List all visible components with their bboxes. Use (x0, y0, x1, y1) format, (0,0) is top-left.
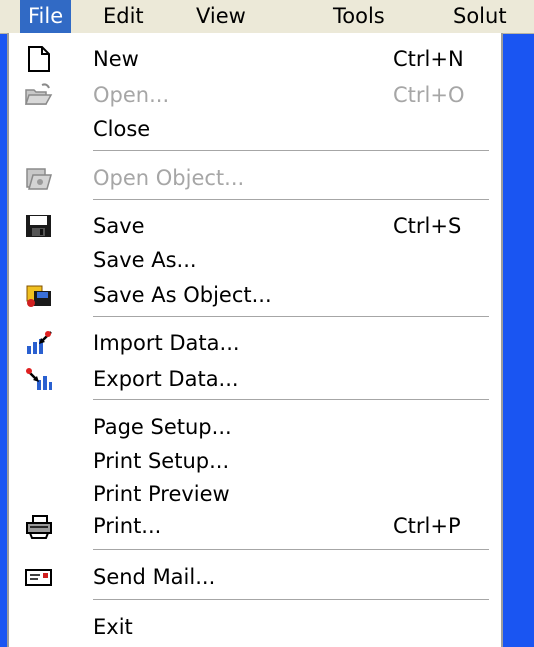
menu-item-label: Export Data... (93, 367, 239, 391)
save-disk-icon (25, 213, 53, 239)
import-data-icon (25, 330, 53, 356)
menu-item-label: Print Setup... (93, 449, 230, 473)
menu-item-import-data[interactable]: Import Data... (9, 325, 501, 361)
menu-item-label: New (93, 47, 139, 71)
menu-file[interactable]: File (20, 0, 72, 33)
menu-separator (93, 399, 489, 400)
mail-icon (25, 564, 53, 590)
file-dropdown-menu: New Ctrl+N Open... Ctrl+O Close Open Obj… (7, 33, 503, 647)
menu-item-export-data[interactable]: Export Data... (9, 361, 501, 397)
menu-item-new[interactable]: New Ctrl+N (9, 41, 501, 77)
menu-item-send-mail[interactable]: Send Mail... (9, 559, 501, 595)
menu-item-label: Close (93, 117, 151, 141)
menu-bar: File Edit View Tools Solut (0, 0, 534, 34)
menu-item-print-setup[interactable]: Print Setup... (9, 443, 501, 479)
menu-item-open[interactable]: Open... Ctrl+O (9, 77, 501, 113)
menu-item-label: Print Preview (93, 482, 230, 506)
menu-item-label: Save (93, 214, 145, 238)
new-document-icon (25, 46, 53, 72)
menu-edit[interactable]: Edit (95, 0, 152, 33)
menu-item-print[interactable]: Print... Ctrl+P (9, 508, 501, 544)
menu-item-save[interactable]: Save Ctrl+S (9, 208, 501, 244)
menu-solut[interactable]: Solut (445, 0, 515, 33)
menu-item-shortcut: Ctrl+S (393, 214, 462, 238)
menu-tools-label: Tools (333, 4, 385, 28)
menu-item-label: Exit (93, 615, 133, 639)
menu-item-shortcut: Ctrl+N (393, 47, 464, 71)
menu-separator (93, 316, 489, 317)
menu-item-label: Print... (93, 514, 162, 538)
menu-tools[interactable]: Tools (325, 0, 393, 33)
menu-file-label: File (28, 4, 64, 28)
save-as-object-icon (25, 282, 53, 308)
menu-item-label: Open Object... (93, 166, 245, 190)
menu-view[interactable]: View (188, 0, 254, 33)
menu-item-close[interactable]: Close (9, 111, 501, 147)
menu-edit-label: Edit (103, 4, 144, 28)
menu-item-shortcut: Ctrl+P (393, 514, 461, 538)
menu-item-label: Open... (93, 83, 170, 107)
menu-item-shortcut: Ctrl+O (393, 83, 465, 107)
menu-item-label: Save As... (93, 248, 197, 272)
export-data-icon (25, 366, 53, 392)
menu-separator (93, 150, 489, 151)
printer-icon (25, 513, 53, 539)
menu-view-label: View (196, 4, 246, 28)
menu-solut-label: Solut (453, 4, 507, 28)
menu-item-exit[interactable]: Exit (9, 609, 501, 645)
menu-separator (93, 599, 489, 600)
menu-item-save-as[interactable]: Save As... (9, 242, 501, 278)
menu-item-label: Send Mail... (93, 565, 216, 589)
menu-separator (93, 549, 489, 550)
open-folder-icon (24, 82, 53, 108)
menu-item-label: Save As Object... (93, 283, 272, 307)
open-object-icon (25, 165, 53, 191)
menu-item-page-setup[interactable]: Page Setup... (9, 409, 501, 445)
menu-item-label: Page Setup... (93, 415, 232, 439)
menu-item-print-preview[interactable]: Print Preview (9, 476, 501, 512)
menu-item-label: Import Data... (93, 331, 240, 355)
menu-item-save-as-object[interactable]: Save As Object... (9, 277, 501, 313)
menu-separator (93, 199, 489, 200)
menu-item-open-object[interactable]: Open Object... (9, 160, 501, 196)
